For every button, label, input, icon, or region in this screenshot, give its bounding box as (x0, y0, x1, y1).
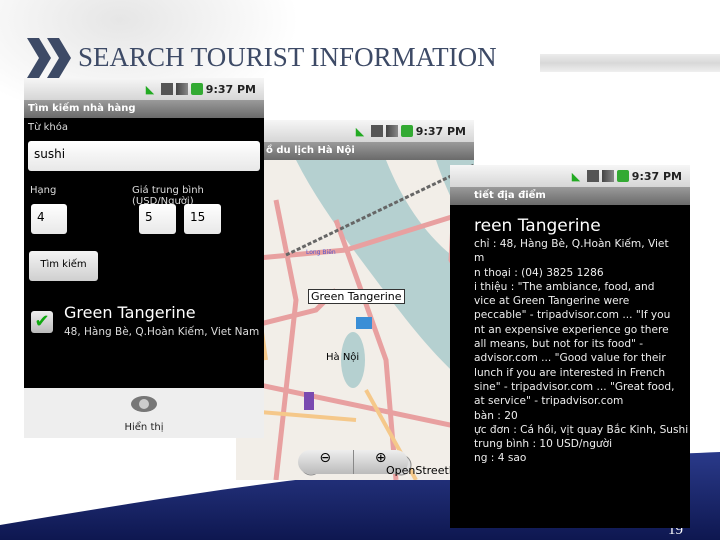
restaurant-marker-icon[interactable] (356, 317, 372, 329)
search-screen: ◣ 9:37 PM Tìm kiếm nhà hàng Từ khóa sush… (24, 78, 264, 438)
city-label: Hà Nội (326, 352, 360, 363)
detail-line: bàn : 20 (474, 409, 518, 422)
wifi-icon: ◣ (145, 83, 155, 96)
detail-line: n thoại : (04) 3825 1286 (474, 266, 604, 279)
detail-line: chỉ : 48, Hàng Bè, Q.Hoàn Kiếm, Viet (474, 238, 669, 250)
eye-icon (131, 396, 157, 412)
detail-line: at service" - tripadvisor.com (474, 395, 624, 408)
signal-icon (175, 83, 188, 95)
status-time: 9:37 PM (631, 169, 682, 183)
battery-icon (190, 83, 203, 95)
zoom-out-button[interactable]: ⊖ (298, 450, 354, 474)
detail-line: nt an expensive experience go there (474, 323, 669, 336)
screen-title: ồ du lịch Hà Nội (236, 142, 474, 160)
result-name[interactable]: Green Tangerine (64, 303, 196, 322)
battery-icon (616, 170, 629, 182)
3g-icon (586, 170, 599, 182)
detail-line: ng : 4 sao (474, 452, 527, 465)
3g-icon (160, 83, 173, 95)
status-bar: ◣ 9:37 PM (24, 78, 264, 100)
rank-input[interactable]: 4 (31, 204, 67, 234)
show-button-label: Hiển thị (124, 422, 164, 433)
screen-title: Tìm kiếm nhà hàng (24, 100, 264, 118)
location-marker-icon[interactable] (304, 392, 314, 410)
wifi-icon: ◣ (355, 125, 365, 138)
battery-icon (400, 125, 413, 137)
wifi-icon: ◣ (571, 170, 581, 183)
title-underline (540, 54, 720, 72)
search-button[interactable]: Tìm kiếm (29, 251, 98, 281)
result-address: 48, Hàng Bè, Q.Hoàn Kiếm, Viet Nam (64, 326, 260, 338)
keyword-label: Từ khóa (28, 122, 68, 133)
detail-line: peccable" - tripadvisor.com ... "If you (474, 309, 671, 322)
signal-icon (601, 170, 614, 182)
price-max-input[interactable]: 15 (184, 204, 221, 234)
show-button[interactable]: Hiển thị (24, 388, 264, 438)
place-label: Long Biên (306, 249, 336, 256)
map-screen: ◣ 9:37 PM ồ du lịch Hà Nội Green Tangeri… (236, 120, 474, 480)
place-name: reen Tangerine (474, 216, 601, 236)
status-time: 9:37 PM (415, 124, 466, 138)
detail-line: i thiệu : "The ambiance, food, and (474, 280, 655, 293)
detail-screen: ◣ 9:37 PM tiết địa điểm reen Tangerine c… (450, 165, 690, 528)
slide-title: SEARCH TOURIST INFORMATION (78, 42, 497, 72)
marker-label: Green Tangerine (308, 289, 405, 304)
status-bar: ◣ 9:37 PM (450, 165, 690, 187)
detail-line: sine" - tripadvisor.com ... "Great food, (474, 380, 675, 393)
detail-line: advisor.com ... "Good value for their (474, 352, 666, 365)
detail-line: all means, but not for its food" - (474, 338, 644, 351)
signal-icon (385, 125, 398, 137)
3g-icon (370, 125, 383, 137)
detail-line: ực đơn : Cá hồi, vịt quay Bắc Kinh, Sush… (474, 423, 689, 436)
screen-title: tiết địa điểm (450, 187, 690, 205)
place-details: chỉ : 48, Hàng Bè, Q.Hoàn Kiếm, Viet m n… (474, 237, 688, 466)
rank-label: Hạng (30, 185, 57, 196)
result-checkbox[interactable]: ✔ (31, 311, 53, 333)
detail-line: lunch if you are interested in French (474, 366, 666, 379)
status-time: 9:37 PM (205, 82, 256, 96)
map-view[interactable] (236, 160, 474, 480)
detail-line: trung bình : 10 USD/người (474, 438, 613, 451)
detail-line: vice at Green Tangerine were (474, 295, 630, 308)
status-bar: ◣ 9:37 PM (236, 120, 474, 142)
chevron-logo-icon (27, 38, 71, 78)
detail-line: m (474, 252, 485, 265)
keyword-input[interactable]: sushi (28, 141, 260, 171)
price-min-input[interactable]: 5 (139, 204, 176, 234)
